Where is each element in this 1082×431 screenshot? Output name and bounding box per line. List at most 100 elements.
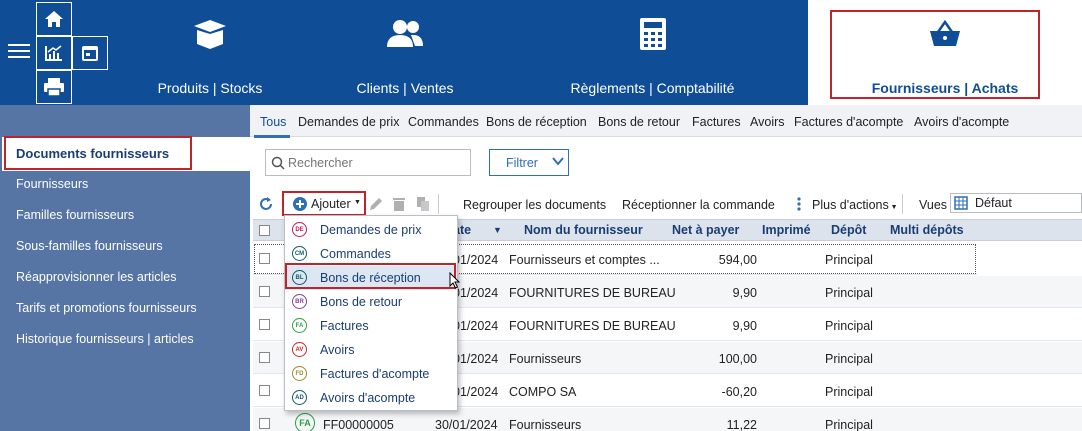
tab-demandes-de-prix[interactable]: Demandes de prix (298, 115, 399, 129)
document-tabs: Tous Demandes de prix Commandes Bons de … (250, 105, 1082, 138)
nav-label: Clients | Ventes (356, 80, 454, 96)
sort-down-icon[interactable]: ▼ (493, 225, 502, 235)
sidebar-item-sous-familles[interactable]: Sous-familles fournisseurs (16, 239, 163, 253)
views-label: Vues (919, 198, 948, 212)
sidebar-item-historique[interactable]: Historique fournisseurs | articles (16, 332, 194, 346)
hamburger-menu-icon[interactable] (6, 40, 32, 66)
cell-date: 01/2024 (453, 385, 499, 399)
cell-net: 11,22 (726, 418, 757, 431)
cell-date: 01/2024 (453, 319, 499, 333)
cell-number: FF00000005 (323, 418, 394, 431)
cell-depot: Principal (825, 352, 873, 366)
toolbar-divider (438, 194, 439, 214)
tab-commandes[interactable]: Commandes (408, 115, 479, 129)
chart-icon[interactable] (36, 36, 72, 70)
nav-reglements-comptabilite[interactable]: Règlements | Comptabilité (550, 0, 755, 105)
document-type-icon: AV (292, 342, 307, 357)
quick-access-grid (36, 2, 110, 104)
more-actions-button[interactable]: Plus d'actions ▼ (812, 198, 898, 212)
tab-tous[interactable]: Tous (260, 115, 286, 129)
row-checkbox[interactable] (259, 319, 270, 330)
cell-date: 01/2024 (453, 352, 499, 366)
receive-order-button[interactable]: Réceptionner la commande (622, 198, 775, 212)
cell-date: 30/01/2024 (435, 418, 498, 431)
active-tab-underline (254, 135, 290, 138)
column-header-multi-depots[interactable]: Multi dépôts (890, 223, 964, 237)
cell-depot: Principal (825, 385, 873, 399)
menu-item-factures[interactable]: FA Factures (285, 314, 457, 338)
cell-net: 9,90 (732, 319, 757, 333)
views-select[interactable]: Défaut (950, 193, 1082, 213)
tab-factures-acompte[interactable]: Factures d'acompte (794, 115, 903, 129)
sidebar-item-fournisseurs[interactable]: Fournisseurs (16, 177, 88, 191)
row-checkbox[interactable] (259, 253, 270, 264)
sidebar-item-tarifs[interactable]: Tarifs et promotions fournisseurs (16, 301, 197, 315)
menu-item-label: Avoirs (320, 343, 355, 357)
cell-supplier: COMPO SA (509, 385, 577, 399)
copy-icon[interactable] (416, 196, 430, 212)
grid-icon (954, 196, 968, 210)
menu-item-avoirs[interactable]: AV Avoirs (285, 338, 457, 362)
menu-item-factures-acompte[interactable]: FD Factures d'acompte (285, 362, 457, 386)
nav-clients-ventes[interactable]: Clients | Ventes (310, 0, 500, 105)
search-icon (271, 156, 285, 170)
sidebar-item-familles[interactable]: Familles fournisseurs (16, 208, 134, 222)
row-checkbox[interactable] (259, 418, 270, 429)
cell-depot: Principal (825, 319, 873, 333)
highlight-box-menu-item (285, 263, 456, 289)
menu-item-label: Factures d'acompte (320, 367, 430, 381)
toolbar-divider (902, 194, 903, 214)
tab-bons-de-retour[interactable]: Bons de retour (598, 115, 680, 129)
cell-net: 594,00 (718, 253, 757, 267)
select-all-checkbox[interactable] (259, 225, 270, 236)
cell-supplier: Fournisseurs et comptes ... (509, 253, 660, 267)
tab-avoirs-acompte[interactable]: Avoirs d'acompte (914, 115, 1009, 129)
row-checkbox[interactable] (259, 385, 270, 396)
menu-item-label: Demandes de prix (320, 223, 422, 237)
box-open-icon (190, 14, 230, 54)
users-icon (385, 14, 425, 54)
row-checkbox[interactable] (259, 286, 270, 297)
cell-supplier: FOURNITURES DE BUREAU (509, 286, 676, 300)
sidebar-item-reapprovisionner[interactable]: Réapprovisionner les articles (16, 270, 177, 284)
row-checkbox[interactable] (259, 352, 270, 363)
filter-button[interactable]: Filtrer (489, 149, 569, 176)
tab-avoirs[interactable]: Avoirs (750, 115, 785, 129)
cell-net: 9,90 (732, 286, 757, 300)
nav-produits-stocks[interactable]: Produits | Stocks (110, 0, 310, 105)
cell-net: -60,20 (721, 385, 757, 399)
menu-item-label: Bons de retour (320, 295, 402, 309)
chevron-down-icon (552, 154, 564, 171)
column-header-printed[interactable]: Imprimé (762, 223, 811, 237)
document-type-icon: FD (292, 366, 307, 381)
table-row[interactable]: FA FF00000005 30/01/2024 Fournisseurs 11… (253, 408, 1082, 431)
column-header-supplier[interactable]: Nom du fournisseur (524, 223, 643, 237)
invoice-badge-icon: FA (295, 413, 315, 431)
trash-icon[interactable] (392, 196, 406, 212)
refresh-icon[interactable] (258, 196, 274, 212)
menu-item-label: Avoirs d'acompte (320, 391, 416, 405)
cell-date: 01/2024 (453, 253, 499, 267)
menu-item-demandes-de-prix[interactable]: DE Demandes de prix (285, 218, 457, 242)
group-documents-button[interactable]: Regrouper les documents (463, 198, 606, 212)
menu-item-bons-de-retour[interactable]: BR Bons de retour (285, 290, 457, 314)
home-icon[interactable] (36, 2, 72, 36)
column-header-depot[interactable]: Dépôt (831, 223, 866, 237)
column-header-net[interactable]: Net à payer (672, 223, 739, 237)
tab-bons-de-reception[interactable]: Bons de réception (486, 115, 587, 129)
cell-supplier: Fournisseurs (509, 352, 582, 366)
calendar-icon[interactable] (72, 36, 108, 70)
edit-icon[interactable] (368, 196, 384, 212)
document-type-icon: CM (292, 246, 307, 261)
caret-down-icon: ▼ (888, 204, 898, 211)
cell-net: 100,00 (718, 352, 757, 366)
highlight-box-add (282, 191, 366, 216)
nav-label: Produits | Stocks (157, 80, 263, 96)
tab-factures[interactable]: Factures (692, 115, 741, 129)
nav-label: Règlements | Comptabilité (570, 80, 735, 96)
printer-icon[interactable] (36, 70, 72, 104)
calculator-icon (639, 14, 667, 54)
search-input[interactable] (288, 154, 466, 172)
menu-item-avoirs-acompte[interactable]: AD Avoirs d'acompte (285, 386, 457, 410)
document-type-icon: AD (292, 390, 307, 405)
